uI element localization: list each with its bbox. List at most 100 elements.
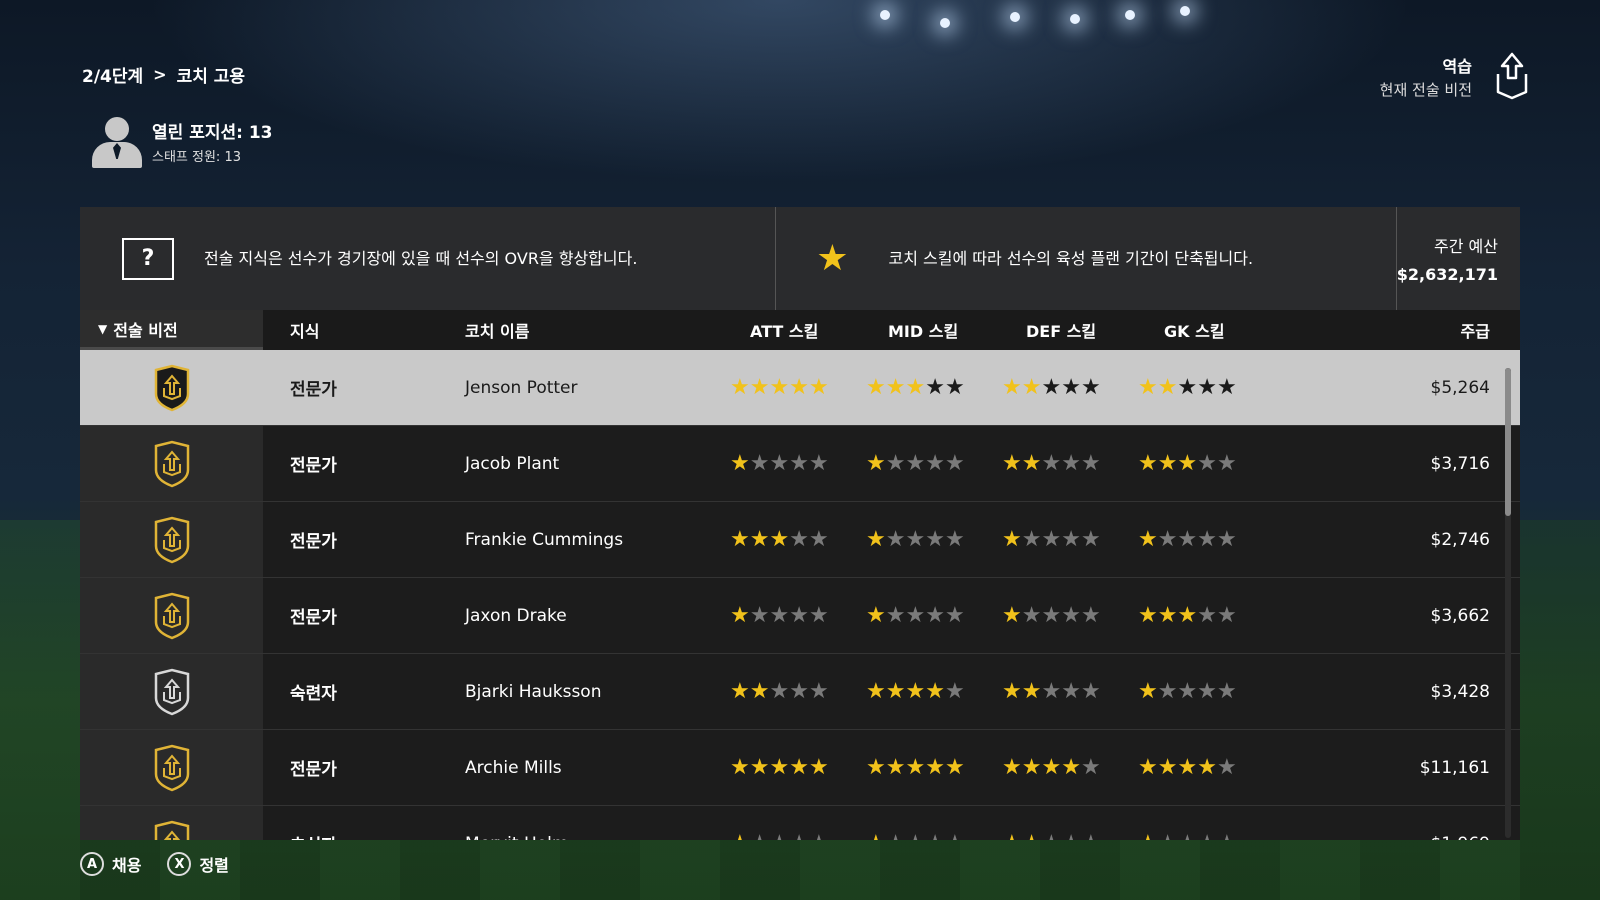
def-skill-stars: ★★★★★	[1002, 755, 1101, 780]
coach-name: Jaxon Drake	[465, 605, 567, 626]
coach-knowledge: 전문가	[290, 532, 337, 552]
star-icon: ★	[730, 527, 750, 552]
star-icon: ★	[1080, 603, 1101, 628]
star-icon: ★	[1081, 831, 1101, 840]
table-row[interactable]: 숙련자 Bjarki Hauksson ★★★★★ ★★★★★ ★★★★★ ★★★★★ $3…	[80, 654, 1520, 730]
coach-name: Jenson Potter	[465, 377, 578, 398]
star-icon: ★	[1197, 755, 1217, 780]
star-icon: ★	[809, 831, 829, 840]
gk-skill-stars: ★★★★★	[1138, 603, 1237, 628]
star-icon: ★	[1177, 603, 1198, 628]
star-icon: ★	[1197, 451, 1217, 476]
star-icon: ★	[769, 755, 790, 780]
star-icon: ★	[866, 679, 886, 704]
star-icon: ★	[808, 451, 829, 476]
star-icon: ★	[1041, 451, 1062, 476]
att-skill-stars: ★★★★★	[730, 679, 829, 704]
star-icon: ★	[1157, 755, 1178, 780]
name-column-header[interactable]: 코치 이름	[465, 318, 529, 342]
star-icon: ★	[866, 527, 886, 552]
star-icon: ★	[885, 603, 906, 628]
star-icon: ★	[1157, 527, 1178, 552]
star-icon: ★	[1041, 831, 1061, 840]
breadcrumb: 2/4단계 > 코치 고용	[82, 62, 245, 87]
star-icon: ★	[1157, 375, 1178, 400]
star-icon: ★	[1021, 527, 1042, 552]
gk-skill-stars: ★★★★★	[1138, 451, 1237, 476]
table-row[interactable]: 전문가 Frankie Cummings ★★★★★ ★★★★★ ★★★★★ ★★★★★ $…	[80, 502, 1520, 578]
star-icon: ★	[789, 755, 809, 780]
star-icon: ★	[1157, 603, 1178, 628]
coach-name: Frankie Cummings	[465, 529, 624, 550]
breadcrumb-current: 코치 고용	[176, 67, 246, 87]
star-icon: ★	[1061, 375, 1081, 400]
star-icon: ★	[944, 755, 965, 780]
hint-a-button[interactable]: A 채용	[80, 852, 141, 876]
table-row[interactable]: 전문가 Jenson Potter ★★★★★ ★★★★★ ★★★★★ ★★★★★ $5,2…	[80, 350, 1520, 426]
star-icon: ★	[1080, 755, 1101, 780]
weekly-budget-value: $2,632,171	[1396, 265, 1498, 284]
star-icon: ★	[1002, 451, 1022, 476]
hint-x-button[interactable]: X 정렬	[167, 852, 229, 876]
star-icon: ★	[1041, 527, 1062, 552]
star-icon: ★	[1197, 603, 1217, 628]
star-icon: ★	[1080, 375, 1101, 400]
star-icon: ★	[885, 375, 906, 400]
star-icon: ★	[1138, 527, 1158, 552]
mid-skill-stars: ★★★★★	[866, 527, 965, 552]
gk-column-header[interactable]: GK 스킬	[1164, 318, 1225, 342]
coach-salary: $2,746	[1430, 529, 1490, 550]
star-icon: ★	[905, 451, 926, 476]
table-row[interactable]: 전문가 Jacob Plant ★★★★★ ★★★★★ ★★★★★ ★★★★★ $3,716	[80, 426, 1520, 502]
weekly-budget-label: 주간 예산	[1434, 237, 1498, 256]
table-row[interactable]: 초심자Meryit Holm★★★★★★★★★★★★★★★★★★★★$1,969	[80, 806, 1520, 840]
vision-cell	[80, 730, 263, 805]
def-skill-stars: ★★★★★	[1002, 527, 1101, 552]
star-icon: ★	[730, 755, 750, 780]
star-icon: ★	[1080, 527, 1101, 552]
star-icon: ★	[1061, 831, 1081, 840]
star-icon: ★	[925, 603, 945, 628]
mid-skill-stars: ★★★★★	[866, 451, 965, 476]
star-icon: ★	[905, 679, 926, 704]
star-icon: ★	[769, 451, 790, 476]
scroll-thumb[interactable]	[1505, 368, 1511, 516]
star-icon: ★	[905, 603, 926, 628]
star-icon: ★	[925, 755, 945, 780]
vision-cell	[80, 578, 263, 653]
star-icon: ★	[866, 755, 886, 780]
tactic-vision-title: 역습	[1442, 56, 1472, 76]
def-column-header[interactable]: DEF 스킬	[1026, 318, 1096, 342]
star-icon: ★	[944, 451, 965, 476]
star-icon: ★	[1080, 679, 1101, 704]
coach-name: Meryit Holm	[465, 834, 568, 841]
att-skill-stars: ★★★★★	[730, 755, 829, 780]
vision-column-header[interactable]: ▼ 전술 비전	[80, 310, 263, 350]
star-icon: ★	[885, 527, 906, 552]
star-icon: ★	[944, 603, 965, 628]
table-row[interactable]: 전문가 Jaxon Drake ★★★★★ ★★★★★ ★★★★★ ★★★★★ $3,662	[80, 578, 1520, 654]
vision-cell	[80, 654, 263, 729]
scrollbar[interactable]	[1505, 368, 1511, 838]
star-icon: ★	[816, 238, 849, 279]
star-icon: ★	[866, 603, 886, 628]
star-icon: ★	[1197, 679, 1217, 704]
current-tactic-vision[interactable]: 역습 현재 전술 비전	[1380, 52, 1530, 100]
mid-column-header[interactable]: MID 스킬	[888, 318, 958, 342]
star-icon: ★	[769, 527, 790, 552]
person-icon	[90, 115, 142, 168]
star-icon: ★	[1158, 831, 1178, 840]
vision-cell	[80, 426, 263, 501]
salary-column-header[interactable]: 주급	[1461, 318, 1490, 342]
gk-skill-stars: ★★★★★	[1138, 831, 1237, 840]
a-button-icon: A	[80, 852, 104, 876]
star-icon: ★	[1002, 603, 1022, 628]
att-column-header[interactable]: ATT 스킬	[750, 318, 818, 342]
star-icon: ★	[866, 375, 886, 400]
coach-knowledge: 전문가	[290, 608, 337, 628]
table-row[interactable]: 전문가 Archie Mills ★★★★★ ★★★★★ ★★★★★ ★★★★★ $11,1…	[80, 730, 1520, 806]
star-icon: ★	[749, 375, 770, 400]
knowledge-column-header[interactable]: 지식	[290, 318, 319, 342]
star-icon: ★	[1138, 831, 1158, 840]
star-icon: ★	[1041, 679, 1062, 704]
